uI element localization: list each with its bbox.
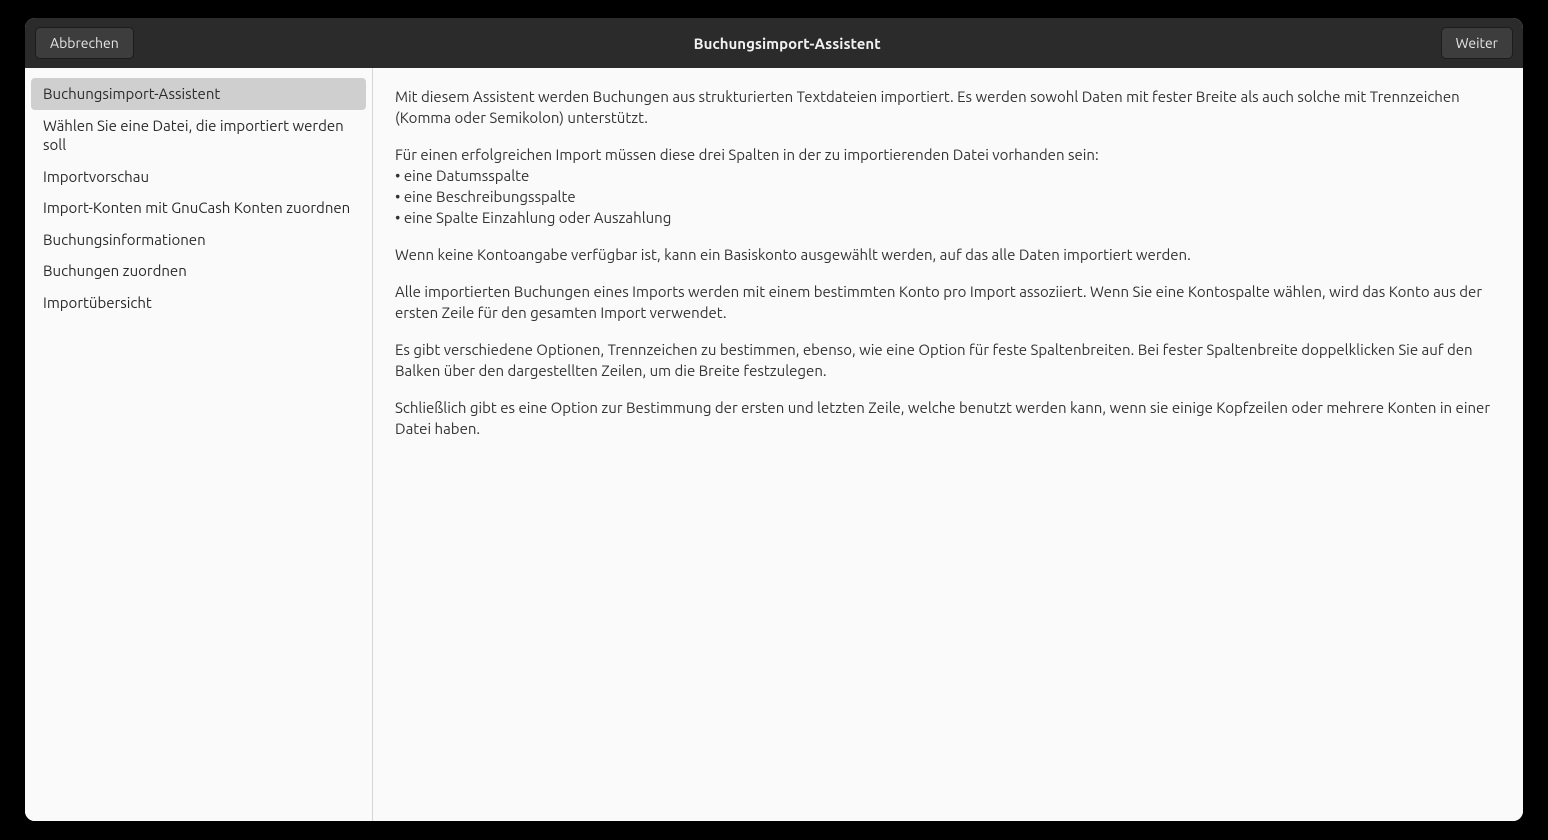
required-column-date: • eine Datumsspalte: [395, 167, 529, 184]
sidebar: Buchungsimport-Assistent Wählen Sie eine…: [25, 68, 373, 821]
sidebar-step-select-file[interactable]: Wählen Sie eine Datei, die importiert we…: [31, 110, 366, 161]
intro-paragraph-2: Für einen erfolgreichen Import müssen di…: [395, 144, 1501, 228]
main-panel: Mit diesem Assistent werden Buchungen au…: [373, 68, 1523, 821]
sidebar-step-account-map[interactable]: Import-Konten mit GnuCash Konten zuordne…: [31, 192, 366, 224]
window-title: Buchungsimport-Assistent: [144, 35, 1431, 52]
titlebar: Abbrechen Buchungsimport-Assistent Weite…: [25, 18, 1523, 68]
sidebar-step-summary[interactable]: Importübersicht: [31, 287, 366, 319]
assistant-window: Abbrechen Buchungsimport-Assistent Weite…: [25, 18, 1523, 821]
sidebar-step-preview[interactable]: Importvorschau: [31, 161, 366, 193]
intro-paragraph-6: Schließlich gibt es eine Option zur Best…: [395, 397, 1501, 439]
required-column-amount: • eine Spalte Einzahlung oder Auszahlung: [395, 209, 671, 226]
sidebar-step-tx-map[interactable]: Buchungen zuordnen: [31, 255, 366, 287]
intro-paragraph-3: Wenn keine Kontoangabe verfügbar ist, ka…: [395, 244, 1501, 265]
sidebar-step-assistant[interactable]: Buchungsimport-Assistent: [31, 78, 366, 110]
cancel-button[interactable]: Abbrechen: [35, 27, 134, 59]
content-area: Buchungsimport-Assistent Wählen Sie eine…: [25, 68, 1523, 821]
next-button[interactable]: Weiter: [1441, 27, 1513, 59]
intro-paragraph-5: Es gibt verschiedene Optionen, Trennzeic…: [395, 339, 1501, 381]
required-column-desc: • eine Beschreibungsspalte: [395, 188, 576, 205]
intro-paragraph-1: Mit diesem Assistent werden Buchungen au…: [395, 86, 1501, 128]
intro-paragraph-4: Alle importierten Buchungen eines Import…: [395, 281, 1501, 323]
required-columns-intro: Für einen erfolgreichen Import müssen di…: [395, 146, 1099, 163]
sidebar-step-tx-info[interactable]: Buchungsinformationen: [31, 224, 366, 256]
